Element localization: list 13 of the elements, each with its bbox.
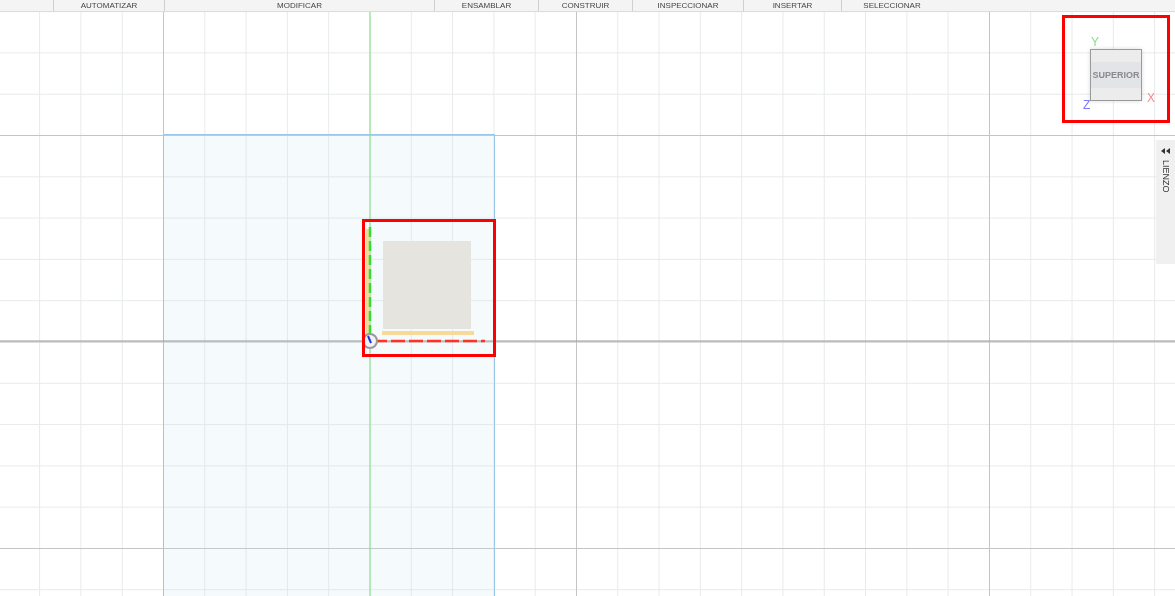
axis-label: X bbox=[1147, 92, 1155, 104]
toolbar-tab[interactable]: CONSTRUIR bbox=[538, 0, 632, 11]
toolbar-tab[interactable]: AUTOMATIZAR bbox=[53, 0, 164, 11]
axis-label: Z bbox=[1083, 99, 1091, 111]
side-panel-tab[interactable]: LIENZO bbox=[1156, 140, 1175, 264]
toolbar-tab[interactable]: INSERTAR bbox=[743, 0, 841, 11]
collapse-arrows-icon bbox=[1161, 148, 1170, 154]
toolbar-tab[interactable]: INSPECCIONAR bbox=[632, 0, 743, 11]
toolbar-tab[interactable]: MODIFICAR bbox=[164, 0, 434, 11]
axis-label: Y bbox=[1091, 36, 1099, 48]
side-panel-label: LIENZO bbox=[1160, 160, 1171, 193]
toolbar-tab[interactable]: SELECCIONAR bbox=[841, 0, 942, 11]
toolbar-tab[interactable]: ENSAMBLAR bbox=[434, 0, 538, 11]
